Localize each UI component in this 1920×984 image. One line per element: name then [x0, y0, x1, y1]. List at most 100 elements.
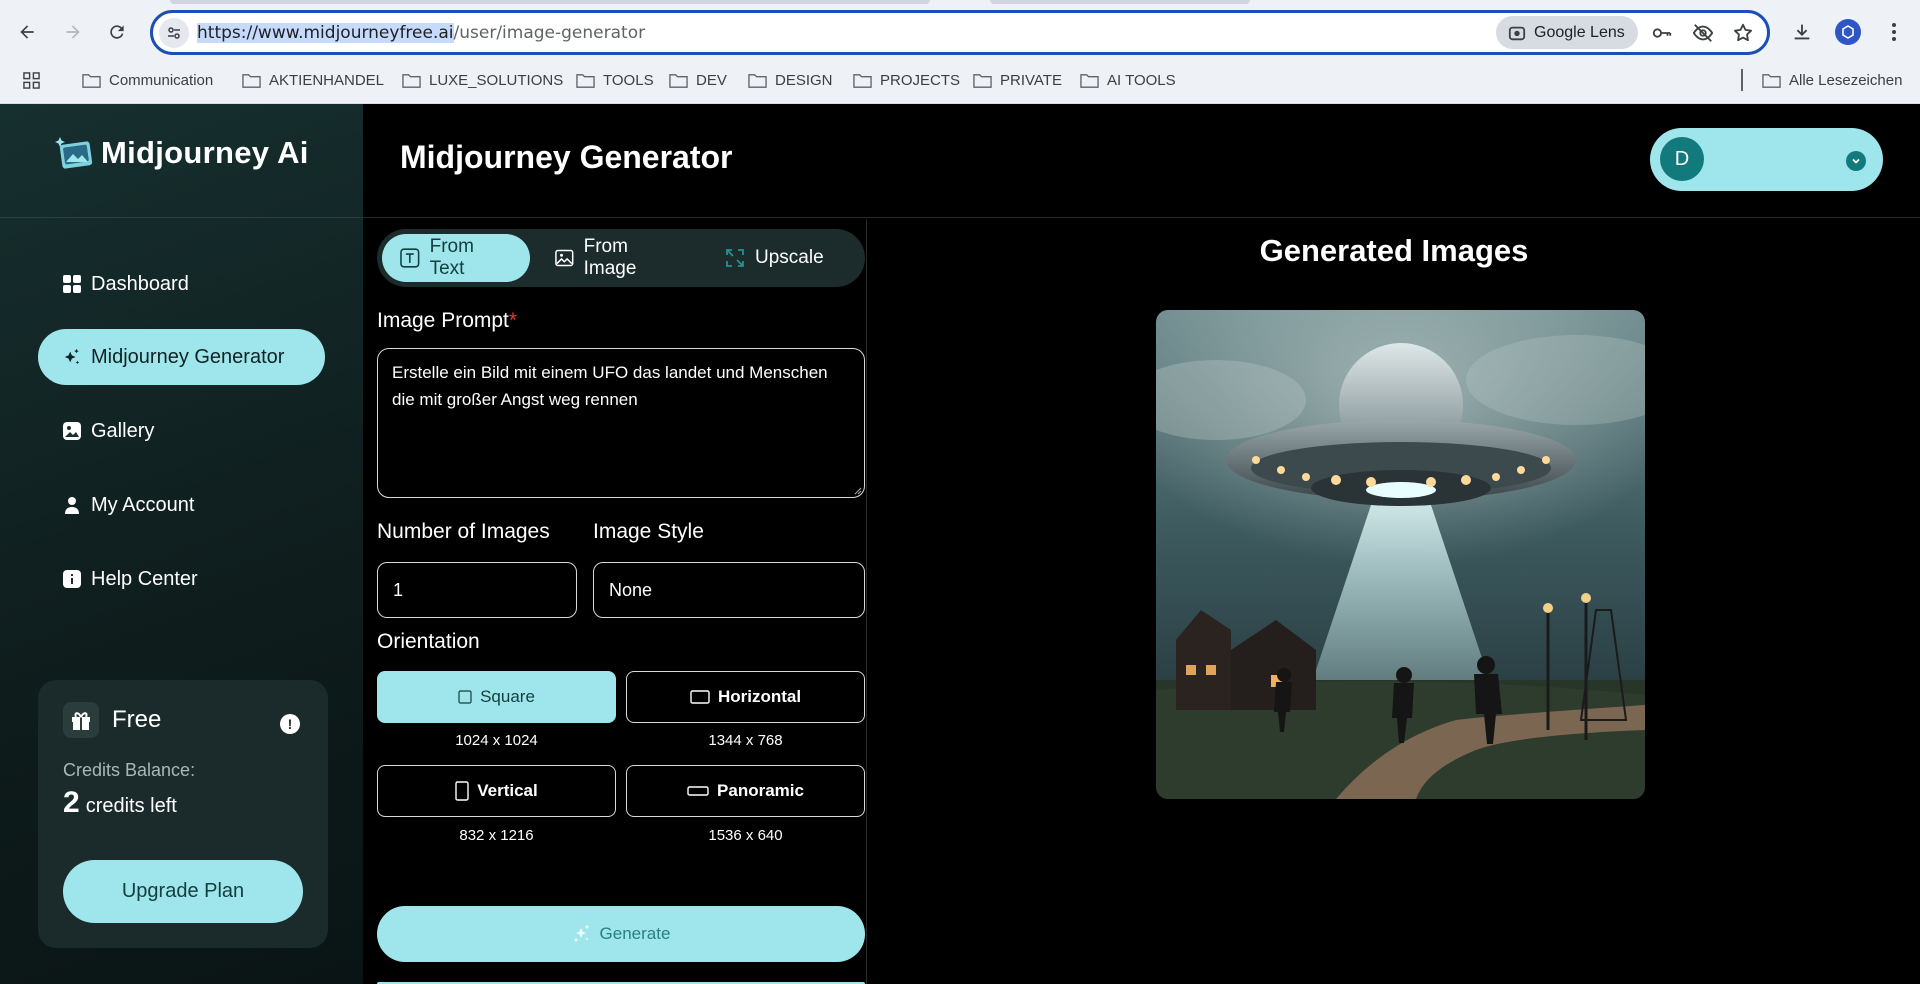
upgrade-plan-button[interactable]: Upgrade Plan [63, 860, 303, 923]
reload-button[interactable] [100, 15, 134, 49]
address-bar[interactable]: https://www.midjourneyfree.ai/user/image… [150, 10, 1770, 55]
bookmark-folder[interactable]: PROJECTS [853, 72, 960, 89]
camera-lens-icon [1508, 26, 1526, 40]
gift-icon [63, 702, 99, 738]
text-icon [400, 248, 420, 268]
eye-off-icon[interactable] [1691, 21, 1715, 45]
folder-icon [853, 74, 872, 88]
all-bookmarks[interactable]: Alle Lesezeichen [1762, 72, 1902, 89]
google-lens-button[interactable]: Google Lens [1496, 16, 1638, 49]
tab-from-image[interactable]: From Image [537, 234, 697, 282]
url-text[interactable]: https://www.midjourneyfree.ai/user/image… [197, 23, 645, 43]
sidebar-item-help-center[interactable]: Help Center [38, 551, 325, 607]
password-key-icon[interactable] [1650, 21, 1674, 45]
sidebar-item-label: Help Center [91, 567, 198, 590]
avatar: D [1660, 137, 1704, 181]
orientation-label-text: Horizontal [717, 687, 802, 706]
arrow-left-icon [20, 25, 34, 39]
image-style-select[interactable]: None [593, 562, 865, 618]
chevron-down-icon [1846, 151, 1866, 171]
plan-info-icon[interactable]: ! [280, 714, 300, 734]
credits-suffix: credits left [85, 795, 177, 817]
extension-profile-button[interactable] [1834, 18, 1862, 46]
bookmark-folder[interactable]: Communication [82, 72, 213, 89]
download-icon[interactable] [1788, 18, 1816, 46]
tab-upscale[interactable]: Upscale [707, 234, 857, 282]
orientation-panoramic-button[interactable]: Panoramic [626, 765, 865, 817]
info-icon [63, 570, 81, 588]
apps-grid-icon[interactable] [22, 72, 41, 89]
hexagon-icon [1835, 19, 1861, 45]
all-bookmarks-label: Alle Lesezeichen [1789, 72, 1903, 89]
mode-tabs: From Text From Image Upscale [377, 229, 865, 287]
bookmark-folder[interactable]: AKTIENHANDEL [242, 72, 384, 89]
orientation-horizontal-button[interactable]: Horizontal [626, 671, 865, 723]
dashboard-icon [63, 275, 81, 293]
sidebar-item-label: My Account [91, 493, 195, 516]
sparkle-icon [64, 348, 80, 365]
sidebar-item-dashboard[interactable]: Dashboard [38, 256, 325, 312]
back-button[interactable] [10, 15, 44, 49]
folder-icon [242, 74, 261, 88]
tab-strip-edge [170, 0, 930, 4]
bookmark-folder[interactable]: AI TOOLS [1080, 72, 1176, 89]
user-icon [65, 497, 79, 514]
bookmark-folder[interactable]: TOOLS [576, 72, 654, 89]
bookmark-folder[interactable]: LUXE_SOLUTIONS [402, 72, 563, 89]
image-prompt-textarea[interactable]: Erstelle ein Bild mit einem UFO das land… [377, 348, 865, 498]
number-of-images-label: Number of Images [377, 520, 550, 543]
site-info-button[interactable] [159, 18, 189, 48]
orientation-label-text: Square [480, 687, 535, 706]
landscape-icon [690, 690, 710, 704]
sidebar: Midjourney Ai Dashboard Midjourney Gener… [0, 104, 363, 984]
user-menu-button[interactable]: D [1650, 128, 1883, 191]
number-of-images-value: 1 [393, 579, 404, 600]
resize-grip-icon[interactable] [852, 485, 862, 495]
url-host: https://www.midjourneyfree.ai [197, 23, 454, 43]
generated-images-title: Generated Images [1259, 233, 1529, 268]
panoramic-icon [687, 786, 709, 796]
folder-icon [1080, 74, 1099, 88]
credits-balance: 2 credits left [63, 786, 177, 820]
orientation-vertical-button[interactable]: Vertical [377, 765, 616, 817]
sidebar-item-gallery[interactable]: Gallery [38, 403, 325, 459]
sidebar-item-my-account[interactable]: My Account [38, 477, 325, 533]
tab-from-text[interactable]: From Text [382, 234, 530, 282]
sidebar-header: Midjourney Ai [0, 104, 363, 218]
folder-icon [402, 74, 421, 88]
sidebar-item-label: Midjourney Generator [91, 345, 285, 368]
menu-icon[interactable] [1880, 18, 1908, 46]
orientation-label-text: Vertical [477, 781, 538, 800]
generator-form: From Text From Image Upscale Image Promp… [363, 219, 867, 984]
generate-button[interactable]: Generate [377, 906, 865, 962]
orientation-dims: 1536 x 640 [708, 827, 783, 844]
sidebar-item-label: Dashboard [91, 272, 189, 295]
star-icon[interactable] [1731, 21, 1755, 45]
sparkle-icon [574, 925, 589, 942]
bookmark-label: LUXE_SOLUTIONS [429, 72, 564, 89]
bookmark-label: TOOLS [603, 72, 654, 89]
bookmark-folder[interactable]: DESIGN [748, 72, 833, 89]
bookmark-label: DEV [696, 72, 727, 89]
folder-icon [1762, 74, 1781, 88]
number-of-images-input[interactable]: 1 [377, 562, 577, 618]
credits-label: Credits Balance: [63, 760, 196, 780]
forward-button[interactable] [56, 15, 90, 49]
sidebar-item-midjourney-generator[interactable]: Midjourney Generator [38, 329, 325, 385]
required-mark: * [508, 309, 518, 332]
generated-image-ufo[interactable] [1156, 310, 1645, 799]
orientation-square-button[interactable]: Square [377, 671, 616, 723]
orientation-label: Orientation [377, 630, 480, 653]
bookmark-label: AKTIENHANDEL [269, 72, 385, 89]
url-path: /user/image-generator [453, 23, 646, 43]
generated-image-illustration [1156, 310, 1645, 799]
tab-strip-edge [990, 0, 1250, 4]
bookmark-label: PROJECTS [880, 72, 961, 89]
google-lens-label: Google Lens [1534, 23, 1625, 41]
app-root: Midjourney Ai Dashboard Midjourney Gener… [0, 104, 1920, 984]
logo[interactable]: Midjourney Ai [55, 134, 309, 172]
bookmark-folder[interactable]: DEV [669, 72, 727, 89]
bookmark-folder[interactable]: PRIVATE [973, 72, 1062, 89]
tab-label: Upscale [755, 247, 824, 268]
portrait-icon [455, 781, 469, 801]
